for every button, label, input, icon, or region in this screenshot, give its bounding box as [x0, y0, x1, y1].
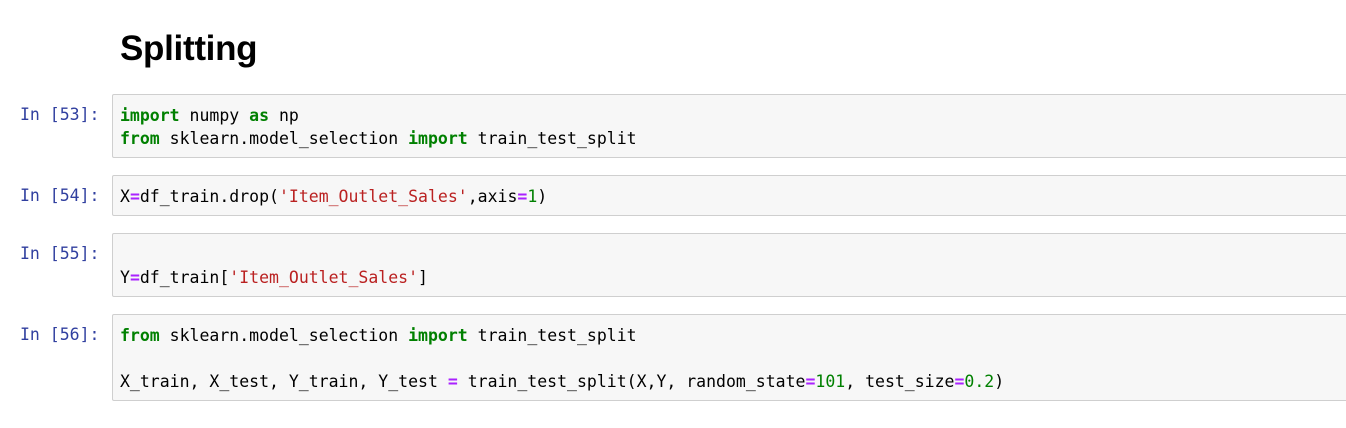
section-heading: Splitting	[120, 29, 258, 68]
code-text: , test_size	[845, 372, 955, 391]
code-keyword: import	[120, 106, 180, 125]
code-line: from sklearn.model_selection import trai…	[120, 127, 637, 150]
code-keyword: from	[120, 129, 160, 148]
code-text: df_train.drop(	[139, 187, 279, 206]
code-input-area[interactable]: Y=df_train['Item_Outlet_Sales']	[112, 233, 1346, 297]
code-text: X	[120, 187, 130, 206]
code-text: numpy	[179, 106, 250, 125]
code-text: train_test_split	[467, 129, 637, 148]
code-string: 'Item_Outlet_Sales'	[229, 268, 419, 287]
code-text: train_test_split	[467, 326, 637, 345]
cell-prompt: In [53]:	[20, 105, 100, 124]
code-keyword: import	[408, 129, 468, 148]
code-keyword: from	[120, 326, 160, 345]
code-text: sklearn.model_selection	[159, 326, 409, 345]
code-editor[interactable]: import numpy as np from sklearn.model_sel…	[120, 104, 637, 150]
code-text: df_train[	[139, 268, 230, 287]
code-operator: =	[447, 372, 458, 391]
code-keyword: import	[408, 326, 468, 345]
code-line: import numpy as np	[120, 104, 637, 127]
code-input-area[interactable]: from sklearn.model_selection import trai…	[112, 314, 1346, 401]
cell-prompt: In [56]:	[20, 325, 100, 344]
code-text: X_train, X_test, Y_train, Y_test	[120, 372, 448, 391]
code-text: ,axis	[467, 187, 518, 206]
code-operator: =	[129, 268, 140, 287]
code-text: Y	[120, 268, 130, 287]
code-operator: =	[805, 372, 816, 391]
code-keyword: as	[249, 106, 270, 125]
code-cell-56[interactable]: In [56]: from sklearn.model_selection im…	[0, 314, 1346, 401]
code-line: X=df_train.drop('Item_Outlet_Sales',axis…	[120, 185, 547, 208]
code-cell-54[interactable]: In [54]: X=df_train.drop('Item_Outlet_Sa…	[0, 175, 1346, 216]
code-number: 1	[527, 187, 538, 206]
code-line: from sklearn.model_selection import trai…	[120, 324, 1004, 347]
code-operator: =	[517, 187, 528, 206]
code-text: sklearn.model_selection	[159, 129, 409, 148]
code-input-area[interactable]: X=df_train.drop('Item_Outlet_Sales',axis…	[112, 175, 1346, 216]
code-editor[interactable]: X=df_train.drop('Item_Outlet_Sales',axis…	[120, 185, 547, 208]
code-operator: =	[954, 372, 965, 391]
code-cell-55[interactable]: In [55]: Y=df_train['Item_Outlet_Sales']	[0, 233, 1346, 297]
code-line: Y=df_train['Item_Outlet_Sales']	[120, 266, 428, 289]
code-input-area[interactable]: import numpy as np from sklearn.model_sel…	[112, 94, 1346, 158]
code-text: ]	[418, 268, 428, 287]
code-text: )	[994, 372, 1005, 391]
code-editor[interactable]: Y=df_train['Item_Outlet_Sales']	[120, 243, 428, 289]
code-cell-53[interactable]: In [53]: import numpy as np from sklearn.…	[0, 94, 1346, 158]
code-number: 101	[815, 372, 846, 391]
code-text: )	[537, 187, 548, 206]
code-operator: =	[129, 187, 140, 206]
code-number: 0.2	[964, 372, 995, 391]
code-text: np	[269, 106, 299, 125]
code-line: X_train, X_test, Y_train, Y_test = train…	[120, 370, 1004, 393]
cell-prompt: In [55]:	[20, 244, 100, 263]
cell-prompt: In [54]:	[20, 186, 100, 205]
code-text: train_test_split(X,Y, random_state	[457, 372, 806, 391]
code-editor[interactable]: from sklearn.model_selection import trai…	[120, 324, 1004, 393]
code-string: 'Item_Outlet_Sales'	[278, 187, 468, 206]
